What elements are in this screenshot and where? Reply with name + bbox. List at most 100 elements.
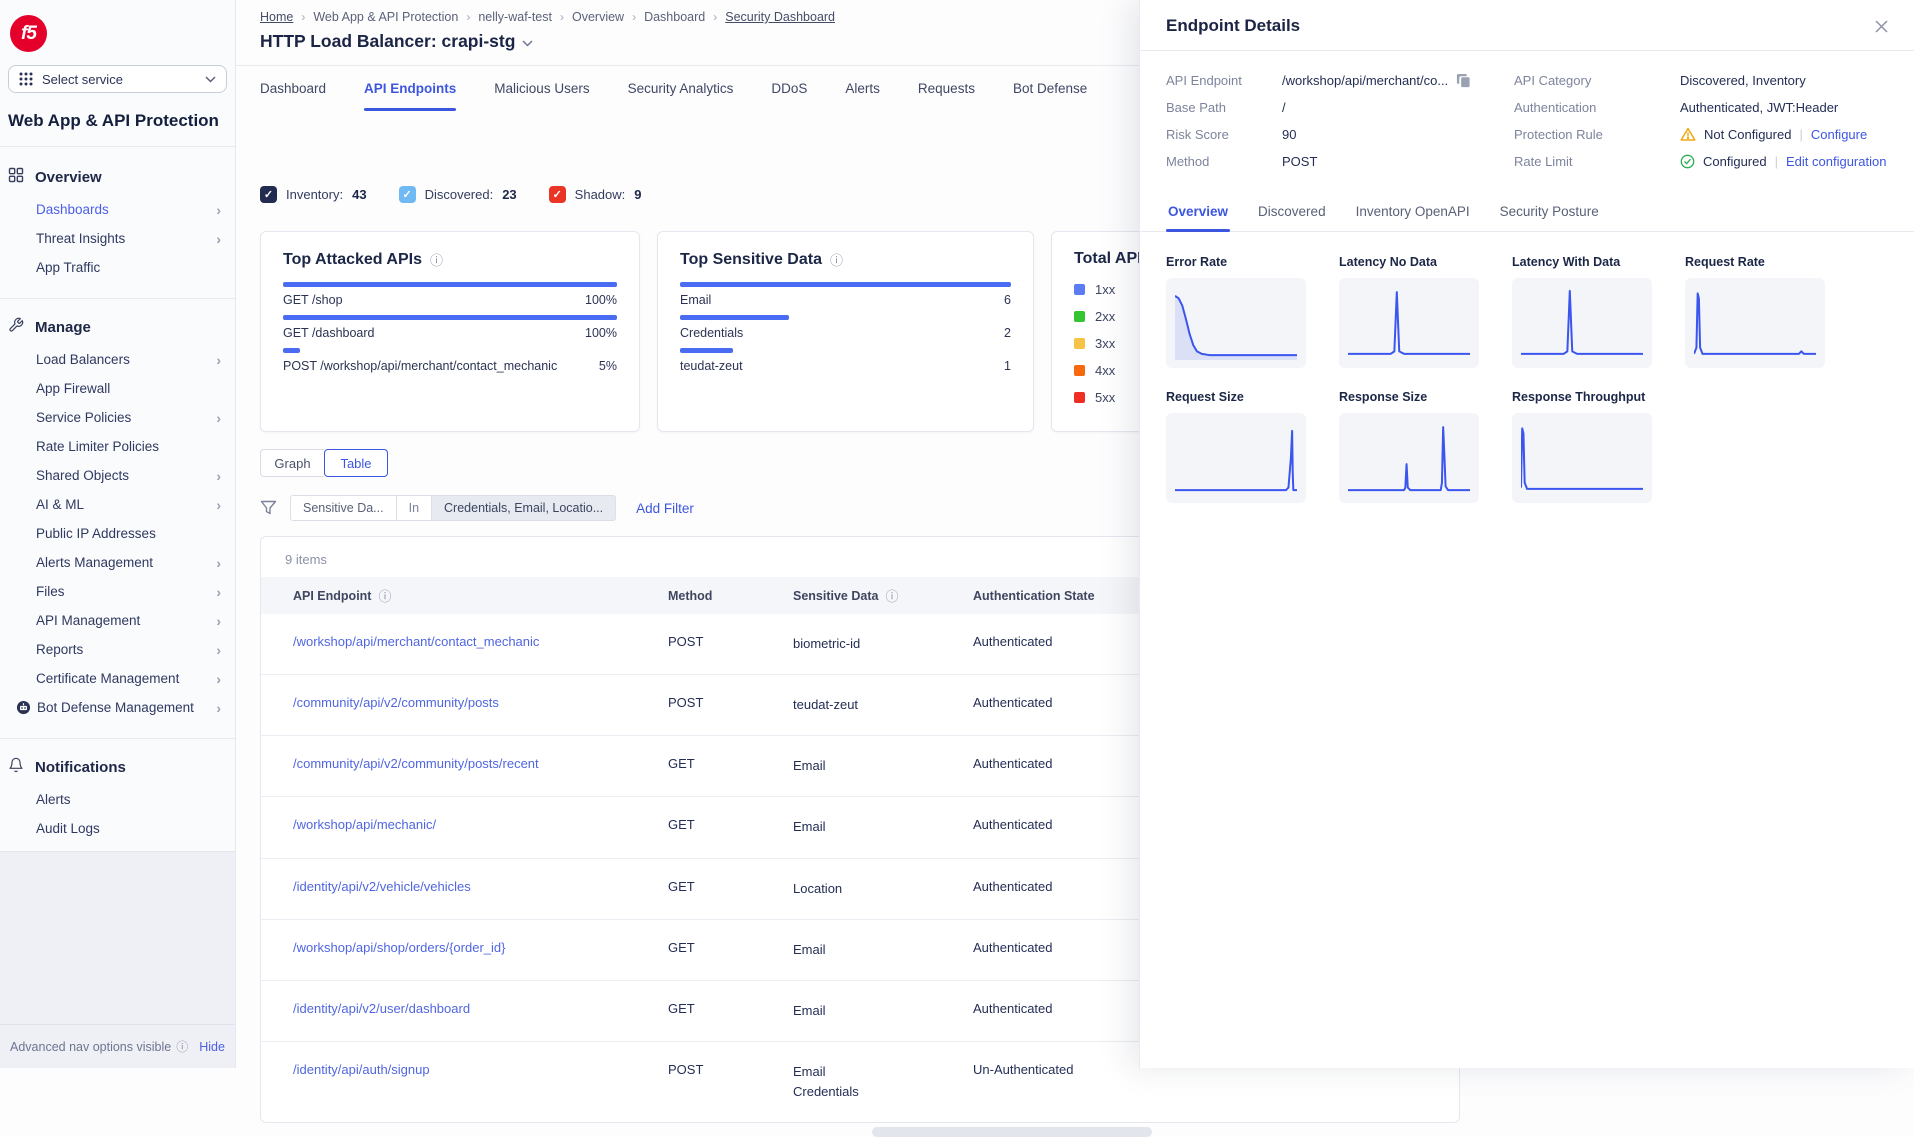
filter-value-chip[interactable]: Credentials, Email, Locatio... — [432, 495, 616, 521]
bar-label-row: GET /shop100% — [283, 293, 617, 307]
sidebar-item-label: Service Policies — [36, 410, 216, 425]
tab-security-analytics[interactable]: Security Analytics — [628, 66, 734, 111]
sensitive-data-cell: Email — [793, 1001, 973, 1021]
sidebar-item-app-traffic[interactable]: App Traffic — [0, 253, 235, 282]
endpoint-link[interactable]: /identity/api/v2/vehicle/vehicles — [293, 879, 668, 899]
type-filter-inventory[interactable]: ✓Inventory: 43 — [260, 186, 367, 203]
breadcrumb-item[interactable]: nelly-waf-test — [478, 10, 552, 24]
check-circle-icon — [1680, 154, 1695, 169]
sidebar-item-service-policies[interactable]: Service Policies› — [0, 403, 235, 432]
endpoint-link[interactable]: /identity/api/v2/user/dashboard — [293, 1001, 668, 1021]
endpoint-link[interactable]: /workshop/api/mechanic/ — [293, 817, 668, 837]
field-label: Base Path — [1166, 100, 1282, 115]
f5-logo[interactable]: f5 — [10, 15, 47, 52]
breadcrumb-item[interactable]: Security Dashboard — [725, 10, 835, 24]
type-filter-label: Shadow: — [575, 187, 626, 202]
info-icon[interactable]: ⓘ — [378, 586, 391, 605]
copy-icon[interactable] — [1456, 73, 1471, 88]
graph-toggle-button[interactable]: Graph — [260, 449, 324, 477]
sidebar-item-alerts[interactable]: Alerts — [0, 785, 235, 814]
sidebar-item-shared-objects[interactable]: Shared Objects› — [0, 461, 235, 490]
info-icon[interactable]: ⓘ — [885, 586, 898, 605]
sidebar-item-label: Public IP Addresses — [36, 526, 221, 541]
sensitive-data-value: Credentials — [793, 1082, 973, 1102]
info-icon[interactable]: ⓘ — [830, 250, 843, 269]
legend-label: 1xx — [1095, 282, 1115, 297]
table-toggle-button[interactable]: Table — [324, 449, 388, 477]
bar-label-row: POST /workshop/api/merchant/contact_mech… — [283, 359, 617, 373]
panel-tab-discovered[interactable]: Discovered — [1256, 193, 1328, 231]
endpoint-link[interactable]: /community/api/v2/community/posts — [293, 695, 668, 715]
chevron-right-icon: › — [216, 498, 221, 512]
sidebar-item-bot-defense-management[interactable]: Bot Defense Management› — [0, 693, 235, 722]
breadcrumb-item[interactable]: Dashboard — [644, 10, 705, 24]
endpoint-details-panel: Endpoint Details API Endpoint /workshop/… — [1139, 0, 1914, 1068]
tab-alerts[interactable]: Alerts — [845, 66, 880, 111]
filter-field-chip[interactable]: Sensitive Da... — [290, 495, 397, 521]
protection-rule-value: Not Configured | Configure — [1680, 127, 1888, 142]
panel-tab-security-posture[interactable]: Security Posture — [1498, 193, 1601, 231]
panel-tab-inventory-openapi[interactable]: Inventory OpenAPI — [1354, 193, 1472, 231]
api-category-value: Discovered, Inventory — [1680, 73, 1888, 88]
edit-configuration-link[interactable]: Edit configuration — [1786, 154, 1886, 169]
checkbox-checked-icon[interactable]: ✓ — [399, 186, 416, 203]
type-filter-discovered[interactable]: ✓Discovered: 23 — [399, 186, 517, 203]
bar-value: 2 — [1004, 326, 1011, 340]
sparkline — [1339, 278, 1479, 368]
nav-section-notifications: NotificationsAlertsAudit Logs — [0, 738, 235, 851]
chevron-right-icon: › — [216, 469, 221, 483]
breadcrumb-item[interactable]: Overview — [572, 10, 624, 24]
metric-chart-error-rate: Error Rate — [1166, 255, 1306, 368]
add-filter-button[interactable]: Add Filter — [636, 501, 694, 516]
sidebar-item-api-management[interactable]: API Management› — [0, 606, 235, 635]
sidebar-item-ai-ml[interactable]: AI & ML› — [0, 490, 235, 519]
breadcrumb-item[interactable]: Home — [260, 10, 293, 24]
sidebar-item-load-balancers[interactable]: Load Balancers› — [0, 345, 235, 374]
sidebar-item-dashboards[interactable]: Dashboards› — [0, 195, 235, 224]
info-icon[interactable]: ⓘ — [430, 250, 443, 269]
type-filter-shadow[interactable]: ✓Shadow: 9 — [549, 186, 642, 203]
service-selector[interactable]: Select service — [8, 65, 227, 93]
scrollbar-thumb[interactable] — [872, 1127, 1152, 1137]
tab-dashboard[interactable]: Dashboard — [260, 66, 326, 111]
breadcrumb-item[interactable]: Web App & API Protection — [313, 10, 458, 24]
endpoint-link[interactable]: /identity/api/auth/signup — [293, 1062, 668, 1102]
configure-link[interactable]: Configure — [1811, 127, 1867, 142]
field-label: Protection Rule — [1514, 127, 1680, 142]
sparkline — [1512, 278, 1652, 368]
sidebar-item-app-firewall[interactable]: App Firewall — [0, 374, 235, 403]
sidebar-item-certificate-management[interactable]: Certificate Management› — [0, 664, 235, 693]
breadcrumb-separator: › — [466, 10, 470, 24]
bar-label-row: Credentials2 — [680, 326, 1011, 340]
endpoint-link[interactable]: /community/api/v2/community/posts/recent — [293, 756, 668, 776]
column-header-label: Sensitive Data — [793, 589, 878, 603]
checkbox-checked-icon[interactable]: ✓ — [260, 186, 277, 203]
info-icon[interactable]: ⓘ — [176, 1038, 188, 1055]
warning-icon — [1680, 127, 1696, 142]
endpoint-link[interactable]: /workshop/api/shop/orders/{order_id} — [293, 940, 668, 960]
filter-operator-chip[interactable]: In — [397, 495, 432, 521]
sidebar-item-reports[interactable]: Reports› — [0, 635, 235, 664]
tab-bot-defense[interactable]: Bot Defense — [1013, 66, 1087, 111]
title-chevron-down-icon[interactable] — [522, 40, 533, 47]
sidebar-item-public-ip-addresses[interactable]: Public IP Addresses — [0, 519, 235, 548]
sidebar-item-audit-logs[interactable]: Audit Logs — [0, 814, 235, 843]
close-icon[interactable] — [1875, 20, 1888, 33]
hide-link[interactable]: Hide — [199, 1040, 225, 1054]
sparkline — [1166, 278, 1306, 368]
sidebar-item-threat-insights[interactable]: Threat Insights› — [0, 224, 235, 253]
sidebar-item-alerts-management[interactable]: Alerts Management› — [0, 548, 235, 577]
tab-requests[interactable]: Requests — [918, 66, 975, 111]
sidebar-item-files[interactable]: Files› — [0, 577, 235, 606]
legend-label: 5xx — [1095, 390, 1115, 405]
panel-tab-overview[interactable]: Overview — [1166, 193, 1230, 231]
sidebar-nav: OverviewDashboards›Threat Insights›App T… — [0, 147, 235, 851]
checkbox-checked-icon[interactable]: ✓ — [549, 186, 566, 203]
sidebar-item-rate-limiter-policies[interactable]: Rate Limiter Policies — [0, 432, 235, 461]
service-selector-label: Select service — [42, 72, 123, 87]
endpoint-link[interactable]: /workshop/api/merchant/contact_mechanic — [293, 634, 668, 654]
legend-swatch — [1074, 311, 1085, 322]
tab-api-endpoints[interactable]: API Endpoints — [364, 66, 456, 111]
tab-ddos[interactable]: DDoS — [771, 66, 807, 111]
tab-malicious-users[interactable]: Malicious Users — [494, 66, 589, 111]
